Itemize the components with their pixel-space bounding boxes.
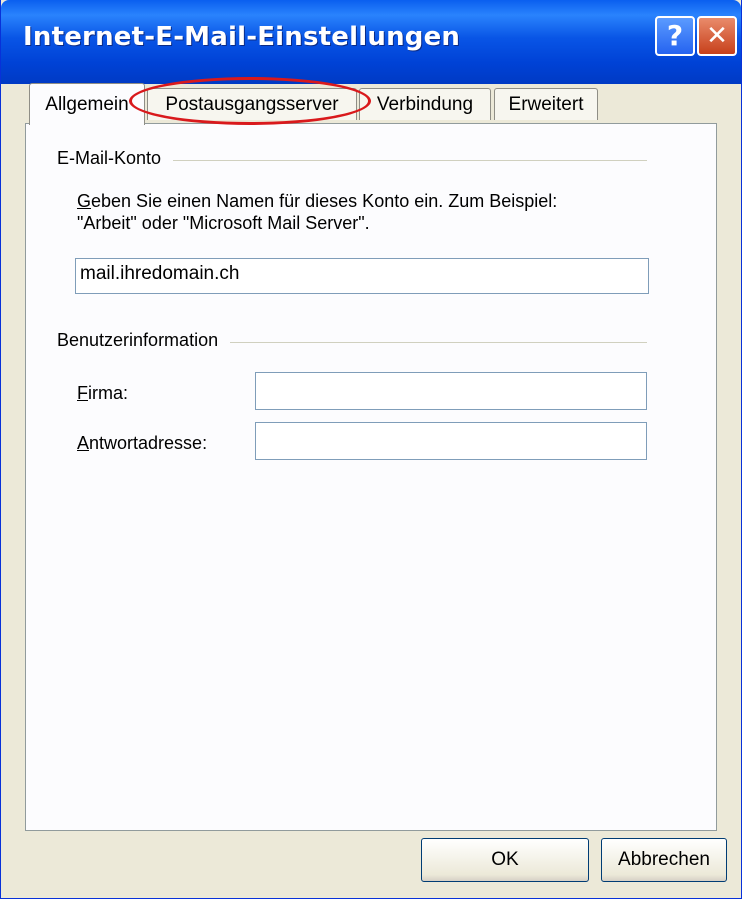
account-description: Geben Sie einen Namen für dieses Konto e… (77, 190, 677, 234)
help-icon: ? (666, 19, 684, 52)
tab-label: Verbindung (376, 93, 474, 115)
group-title-user-info: Benutzerinformation (57, 330, 231, 351)
window-title: Internet-E-Mail-Einstellungen (23, 22, 461, 52)
mnemonic-char: A (77, 433, 90, 453)
account-name-input[interactable]: mail.ihredomain.ch (75, 258, 649, 294)
group-title-email-account: E-Mail-Konto (57, 148, 174, 169)
tab-erweitert[interactable]: Erweitert (494, 88, 598, 120)
ok-button[interactable]: OK (421, 838, 589, 882)
tab-allgemein[interactable]: Allgemein (29, 83, 145, 125)
company-label-text: irma: (88, 383, 128, 403)
cancel-button[interactable]: Abbrechen (601, 838, 727, 882)
mnemonic-char: F (77, 383, 88, 403)
ok-button-label: OK (491, 849, 519, 870)
tab-verbindung[interactable]: Verbindung (359, 88, 491, 120)
title-bar[interactable]: Internet-E-Mail-Einstellungen ? ✕ (1, 0, 741, 84)
close-button[interactable]: ✕ (697, 16, 737, 56)
company-input[interactable] (255, 372, 647, 410)
cancel-button-label: Abbrechen (618, 849, 710, 870)
tab-postausgangsserver[interactable]: Postausgangsserver (147, 88, 357, 120)
reply-address-input[interactable] (255, 422, 647, 460)
dialog-window: Internet-E-Mail-Einstellungen ? ✕ Allgem… (0, 0, 742, 899)
mnemonic-char: G (77, 191, 92, 211)
description-line2: "Arbeit" oder "Microsoft Mail Server". (77, 213, 370, 233)
account-name-value: mail.ihredomain.ch (80, 263, 240, 284)
tab-label: Allgemein (45, 93, 129, 115)
reply-address-label-text: ntwortadresse: (89, 433, 208, 453)
company-label: Firma: (77, 383, 128, 404)
tab-label: Postausgangsserver (165, 93, 339, 115)
description-line1: eben Sie einen Namen für dieses Konto ei… (91, 191, 558, 211)
reply-address-label: Antwortadresse: (77, 433, 207, 454)
tab-label: Erweitert (508, 93, 584, 115)
help-button[interactable]: ? (655, 16, 695, 56)
close-icon: ✕ (706, 21, 728, 51)
